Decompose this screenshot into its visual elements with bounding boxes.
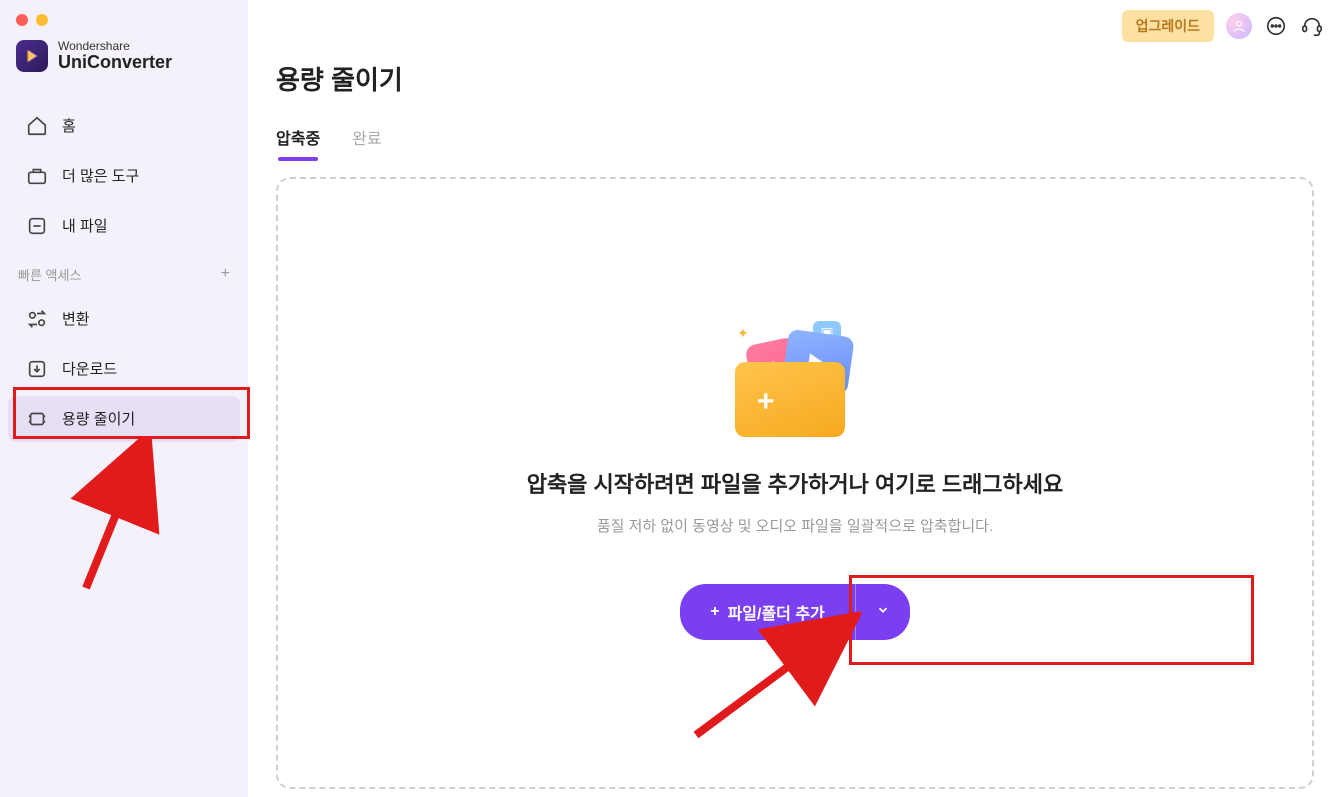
tab-compressing[interactable]: 압축중 <box>276 125 320 155</box>
convert-icon <box>26 308 48 330</box>
add-files-button-group: + 파일/폴더 추가 <box>680 584 910 640</box>
sidebar: Wondershare UniConverter 홈 더 많은 도구 내 파일 … <box>0 0 248 797</box>
chat-icon[interactable] <box>1264 14 1288 38</box>
app-logo: Wondershare UniConverter <box>0 40 248 73</box>
folder-illustration: ✦ ▣ ♪ ▶ + <box>725 327 865 437</box>
page-title: 용량 줄이기 <box>276 60 1314 97</box>
qa-convert[interactable]: 변환 <box>8 296 240 342</box>
add-files-label: 파일/폴더 추가 <box>728 600 825 624</box>
topbar: 업그레이드 <box>1122 10 1324 42</box>
nav-label: 변환 <box>62 308 90 329</box>
folder-plus-icon: + <box>757 385 775 419</box>
drop-zone[interactable]: ✦ ▣ ♪ ▶ + 압축을 시작하려면 파일을 추가하거나 여기로 드래그하세요… <box>276 177 1314 789</box>
app-logo-icon <box>16 40 48 72</box>
window-close-dot[interactable] <box>16 14 28 26</box>
nav-label: 더 많은 도구 <box>62 165 139 186</box>
qa-download[interactable]: 다운로드 <box>8 346 240 392</box>
main-panel: 업그레이드 용량 줄이기 압축중 완료 ✦ ▣ ♪ ▶ + 압축을 시작하려면 … <box>248 0 1342 797</box>
tab-done[interactable]: 완료 <box>352 125 381 155</box>
compress-icon <box>26 408 48 430</box>
nav-home[interactable]: 홈 <box>8 103 240 149</box>
nav-label: 다운로드 <box>62 358 117 379</box>
tabs: 압축중 완료 <box>276 125 1314 155</box>
add-files-dropdown-button[interactable] <box>856 584 910 640</box>
download-icon <box>26 358 48 380</box>
window-minimize-dot[interactable] <box>36 14 48 26</box>
upgrade-button[interactable]: 업그레이드 <box>1122 10 1214 42</box>
quick-access-add-icon[interactable]: + <box>221 265 230 283</box>
files-icon <box>26 215 48 237</box>
folder-icon <box>735 362 845 437</box>
nav-label: 내 파일 <box>62 215 108 236</box>
nav-label: 용량 줄이기 <box>62 408 135 429</box>
dropzone-heading: 압축을 시작하려면 파일을 추가하거나 여기로 드래그하세요 <box>527 467 1064 499</box>
quick-access-label: 빠른 액세스 <box>18 265 81 284</box>
toolbox-icon <box>26 165 48 187</box>
home-icon <box>26 115 48 137</box>
avatar[interactable] <box>1226 13 1252 39</box>
support-icon[interactable] <box>1300 14 1324 38</box>
chevron-down-icon <box>876 603 890 617</box>
nav-more-tools[interactable]: 더 많은 도구 <box>8 153 240 199</box>
dropzone-subheading: 품질 저하 없이 동영상 및 오디오 파일을 일괄적으로 압축합니다. <box>597 515 993 536</box>
logo-line2: UniConverter <box>58 53 172 73</box>
plus-icon: + <box>710 603 719 621</box>
window-controls <box>0 14 248 26</box>
add-files-button[interactable]: + 파일/폴더 추가 <box>680 584 856 640</box>
quick-access-header: 빠른 액세스 + <box>0 253 248 292</box>
nav-my-files[interactable]: 내 파일 <box>8 203 240 249</box>
qa-compress[interactable]: 용량 줄이기 <box>8 396 240 442</box>
nav-label: 홈 <box>62 115 76 136</box>
